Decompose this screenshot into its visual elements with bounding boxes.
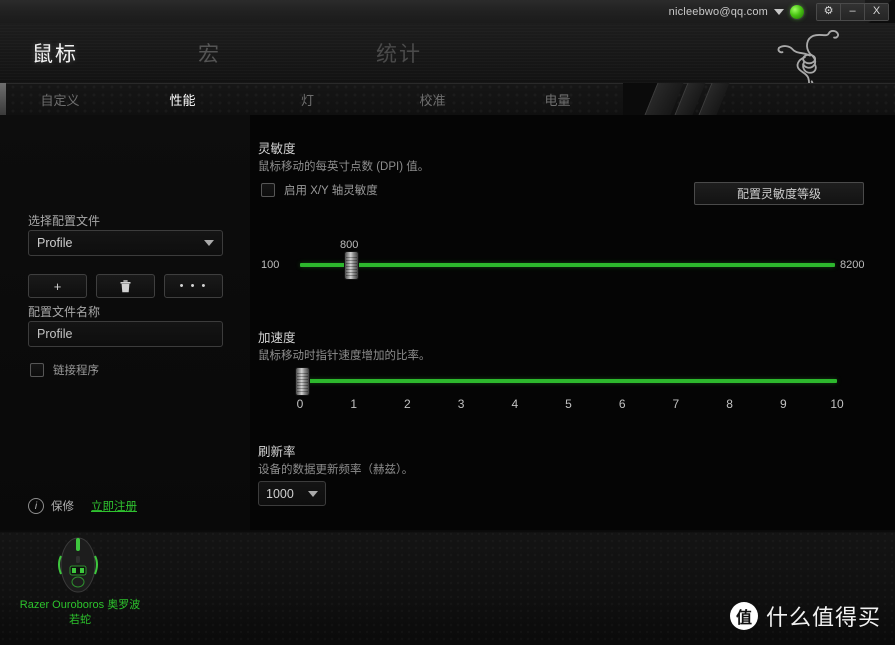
main-tab-mouse[interactable]: 鼠标 xyxy=(22,38,88,68)
watermark: 值 什么值得买 xyxy=(729,600,881,632)
main-tab-bar: 鼠标 宏 统计 xyxy=(0,23,432,83)
acceleration-title: 加速度 xyxy=(258,331,296,345)
settings-button[interactable]: ⚙ xyxy=(817,3,841,20)
sub-tab-performance[interactable]: 性能 xyxy=(120,90,245,109)
chevron-down-icon[interactable] xyxy=(774,8,784,15)
main-tab-macro[interactable]: 宏 xyxy=(188,38,231,68)
device-name: Razer Ouroboros 奥罗波 若蛇 xyxy=(0,598,160,628)
profile-select-dropdown[interactable]: Profile xyxy=(28,230,223,256)
xy-sensitivity-label: 启用 X/Y 轴灵敏度 xyxy=(284,185,378,197)
register-now-link[interactable]: 立即注册 xyxy=(91,498,137,514)
dpi-min-label: 100 xyxy=(261,259,280,271)
profile-select-value: Profile xyxy=(37,236,73,250)
delete-profile-button[interactable] xyxy=(96,274,155,298)
profile-name-input[interactable]: Profile xyxy=(28,321,223,347)
polling-rate-description: 设备的数据更新频率（赫兹）。 xyxy=(258,464,414,476)
acceleration-tick-5: 5 xyxy=(565,397,572,411)
window-controls: ⚙ – X xyxy=(816,2,889,21)
device-name-line2: 若蛇 xyxy=(69,614,91,626)
chevron-down-icon xyxy=(308,490,318,497)
more-options-button[interactable]: • • • xyxy=(164,274,223,298)
acceleration-tick-3: 3 xyxy=(457,397,465,411)
sub-tab-list: 自定义 性能 灯 校准 电量 xyxy=(0,83,620,115)
configure-sensitivity-stages-button[interactable]: 配置灵敏度等级 xyxy=(694,182,864,205)
acceleration-slider-track[interactable] xyxy=(300,379,837,383)
warranty-row: i 保修 立即注册 xyxy=(28,498,137,514)
xy-sensitivity-row[interactable]: 启用 X/Y 轴灵敏度 xyxy=(261,182,378,198)
sensitivity-description: 鼠标移动的每英寸点数 (DPI) 值。 xyxy=(258,161,430,173)
acceleration-tick-8: 8 xyxy=(726,397,733,411)
close-button[interactable]: X xyxy=(865,3,888,20)
razer-ouroboros-mouse-icon[interactable] xyxy=(52,532,104,594)
link-program-label: 链接程序 xyxy=(53,365,99,377)
sub-tab-power[interactable]: 电量 xyxy=(495,90,620,109)
sub-tab-bar-slash-decoration xyxy=(623,83,743,115)
account-email[interactable]: nicleebwo@qq.com xyxy=(669,6,768,18)
xy-sensitivity-checkbox[interactable] xyxy=(261,183,275,197)
watermark-badge-icon: 值 xyxy=(729,602,758,630)
add-profile-button[interactable]: + xyxy=(28,274,87,298)
sub-tab-calibration[interactable]: 校准 xyxy=(370,90,495,109)
acceleration-tick-2: 2 xyxy=(404,397,411,411)
device-name-line1: Razer Ouroboros 奥罗波 xyxy=(19,599,141,611)
acceleration-tick-6: 6 xyxy=(618,397,626,411)
title-bar-right-group: nicleebwo@qq.com ⚙ – X xyxy=(669,0,889,23)
dpi-value-label: 800 xyxy=(340,239,359,251)
link-program-checkbox[interactable] xyxy=(30,363,44,377)
title-bar: nicleebwo@qq.com ⚙ – X xyxy=(0,0,895,24)
chevron-down-icon xyxy=(204,240,214,246)
acceleration-tick-9: 9 xyxy=(779,397,787,411)
acceleration-slider-thumb[interactable] xyxy=(296,368,309,395)
dpi-slider-track[interactable] xyxy=(300,263,835,267)
acceleration-tick-4: 4 xyxy=(511,397,519,411)
acceleration-tick-0: 0 xyxy=(296,397,304,411)
polling-rate-dropdown[interactable]: 1000 xyxy=(258,481,326,506)
trash-icon xyxy=(120,279,131,292)
profile-name-label: 配置文件名称 xyxy=(28,305,101,319)
acceleration-description: 鼠标移动时指针速度增加的比率。 xyxy=(258,350,431,362)
sub-tab-customize[interactable]: 自定义 xyxy=(0,90,120,109)
info-icon[interactable]: i xyxy=(28,498,44,514)
acceleration-tick-10: 10 xyxy=(830,397,844,411)
sub-tab-lighting[interactable]: 灯 xyxy=(245,90,370,109)
polling-rate-value: 1000 xyxy=(266,486,294,501)
polling-rate-title: 刷新率 xyxy=(258,445,296,459)
razer-triple-snake-logo-icon xyxy=(777,30,839,90)
razer-synapse-window: nicleebwo@qq.com ⚙ – X 鼠标 宏 统计 自定义 性能 灯 … xyxy=(0,0,895,645)
profile-sidebar: 选择配置文件 Profile + • • • 配置文件名称 Profile 链接… xyxy=(0,115,250,530)
sensitivity-title: 灵敏度 xyxy=(258,142,296,156)
acceleration-tick-1: 1 xyxy=(350,397,358,411)
online-status-dot-icon xyxy=(790,4,804,19)
dpi-max-label: 8200 xyxy=(840,259,865,271)
warranty-label: 保修 xyxy=(51,501,74,513)
main-tab-stats[interactable]: 统计 xyxy=(366,38,432,68)
watermark-text: 什么值得买 xyxy=(765,605,881,630)
link-program-row[interactable]: 链接程序 xyxy=(30,362,99,378)
dpi-slider-thumb[interactable] xyxy=(345,252,358,279)
profile-action-buttons: + • • • xyxy=(28,274,223,298)
device-bar-shadow xyxy=(0,530,895,533)
acceleration-tick-7: 7 xyxy=(672,397,680,411)
minimize-button[interactable]: – xyxy=(841,3,865,20)
profile-select-label: 选择配置文件 xyxy=(28,214,101,228)
